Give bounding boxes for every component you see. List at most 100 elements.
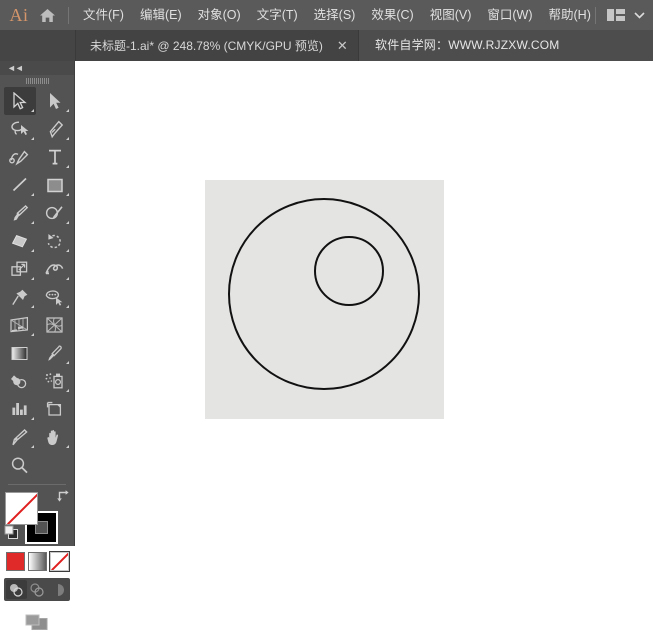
menu-help[interactable]: 帮助(H) [541,0,599,30]
shape-builder-icon [45,289,63,306]
tool-flyout-indicator [65,445,69,448]
menu-select[interactable]: 选择(S) [306,0,364,30]
menu-effect[interactable]: 效果(C) [363,0,421,30]
document-tab-bar: 未标题-1.ai* @ 248.78% (CMYK/GPU 预览) ✕ 软件自学… [0,30,653,61]
illustrator-window: Ai 文件(F) 编辑(E) 对象(O) 文字(T) 选择(S) 效果(C) 视… [0,0,653,630]
document-canvas[interactable] [75,61,653,546]
hand-icon [47,429,59,445]
curvature-tool[interactable] [4,143,36,171]
workspace-divider [595,6,596,24]
eyedropper-tool[interactable] [39,339,71,367]
blend-tool[interactable] [4,367,36,395]
draw-normal-mode[interactable] [5,580,27,599]
curvature-icon [9,150,29,165]
magnifier-icon [11,456,28,473]
paintbrush-tool[interactable] [4,199,36,227]
type-tool[interactable] [39,143,71,171]
tool-flyout-indicator [30,333,34,336]
menu-file[interactable]: 文件(F) [75,0,132,30]
perspective-grid-tool[interactable] [4,311,36,339]
gradient-icon [11,346,28,360]
color-mode-color[interactable] [5,552,25,571]
fill-swatch[interactable] [5,492,38,525]
tool-flyout-indicator [30,277,34,280]
tool-flyout-indicator [65,165,69,168]
tool-flyout-indicator [65,305,69,308]
tool-flyout-indicator [65,389,69,392]
panel-drag-grip[interactable] [0,75,74,86]
eyedropper-icon [47,344,62,361]
symbol-sprayer-tool[interactable] [39,367,71,395]
scale-icon [11,261,28,276]
none-slash-icon [7,493,37,524]
swap-fill-stroke-icon[interactable] [56,489,70,507]
rotate-icon [47,234,61,249]
artboard-icon [46,401,62,416]
watermark-text: 软件自学网：WWW.RJZXW.COM [375,38,560,52]
scale-tool[interactable] [4,255,36,283]
change-screen-mode[interactable] [0,612,74,634]
type-t-icon [48,149,61,165]
small-circle [314,236,384,306]
document-tab[interactable]: 未标题-1.ai* @ 248.78% (CMYK/GPU 预览) ✕ [75,30,359,61]
color-mode-gradient[interactable] [27,552,47,571]
gradient-tool[interactable] [4,339,36,367]
direct-selection-tool[interactable] [39,87,71,115]
blend-icon [11,374,27,388]
slice-tool[interactable] [4,423,36,451]
tool-grid-spacer [39,451,71,479]
tool-flyout-indicator [30,445,34,448]
shaper-pencil-icon [45,206,63,220]
default-fill-stroke-icon[interactable] [4,525,19,545]
collapse-panel-button[interactable]: ◄◄ [0,61,74,75]
draw-mode-buttons [4,578,70,601]
shaper-tool[interactable] [39,199,71,227]
zoom-tool[interactable] [4,451,36,479]
pushpin-icon [11,289,27,305]
width-tool[interactable] [39,255,71,283]
column-graph-tool[interactable] [4,395,36,423]
rotate-tool[interactable] [39,227,71,255]
hand-tool[interactable] [39,423,71,451]
tool-flyout-indicator [30,137,34,140]
draw-behind-mode[interactable] [27,580,48,599]
tool-flyout-indicator [30,417,34,420]
width-warp-icon [45,264,64,275]
menu-view[interactable]: 视图(V) [422,0,480,30]
screen-mode-icon [25,614,48,630]
menu-window[interactable]: 窗口(W) [479,0,540,30]
tool-flyout-indicator [30,193,34,196]
pen-tool[interactable] [39,115,71,143]
selection-tool[interactable] [3,87,36,115]
tool-flyout-indicator [65,193,69,196]
artboard-tool[interactable] [39,395,71,423]
menu-type[interactable]: 文字(T) [249,0,306,30]
tool-flyout-indicator [30,109,34,112]
line-segment-tool[interactable] [4,171,36,199]
menu-items: 文件(F) 编辑(E) 对象(O) 文字(T) 选择(S) 效果(C) 视图(V… [75,0,599,30]
draw-behind-icon [30,582,44,597]
rectangle-icon [46,178,63,192]
draw-inside-mode[interactable] [48,580,69,599]
pen-nib-icon [49,120,63,138]
rectangle-tool[interactable] [39,171,71,199]
color-mode-none[interactable] [48,551,70,572]
line-icon [12,177,27,192]
workspace-switcher-icon [607,9,625,21]
home-icon[interactable] [32,8,62,23]
fill-stroke-control [4,489,70,551]
shape-builder-tool[interactable] [39,283,71,311]
menu-edit[interactable]: 编辑(E) [132,0,190,30]
free-transform-tool[interactable] [4,283,36,311]
workspace-switcher[interactable] [595,0,645,30]
menu-object[interactable]: 对象(O) [190,0,249,30]
tools-panel: ◄◄ [0,61,75,630]
mesh-tool[interactable] [39,311,71,339]
tool-flyout-indicator [65,221,69,224]
toolbar-divider [8,484,66,485]
lasso-tool[interactable] [4,115,36,143]
document-tab-title: 未标题-1.ai* @ 248.78% (CMYK/GPU 预览) [90,39,323,53]
perspective-grid-icon [10,316,28,333]
close-icon[interactable]: ✕ [337,39,348,52]
eraser-tool[interactable] [4,227,36,255]
